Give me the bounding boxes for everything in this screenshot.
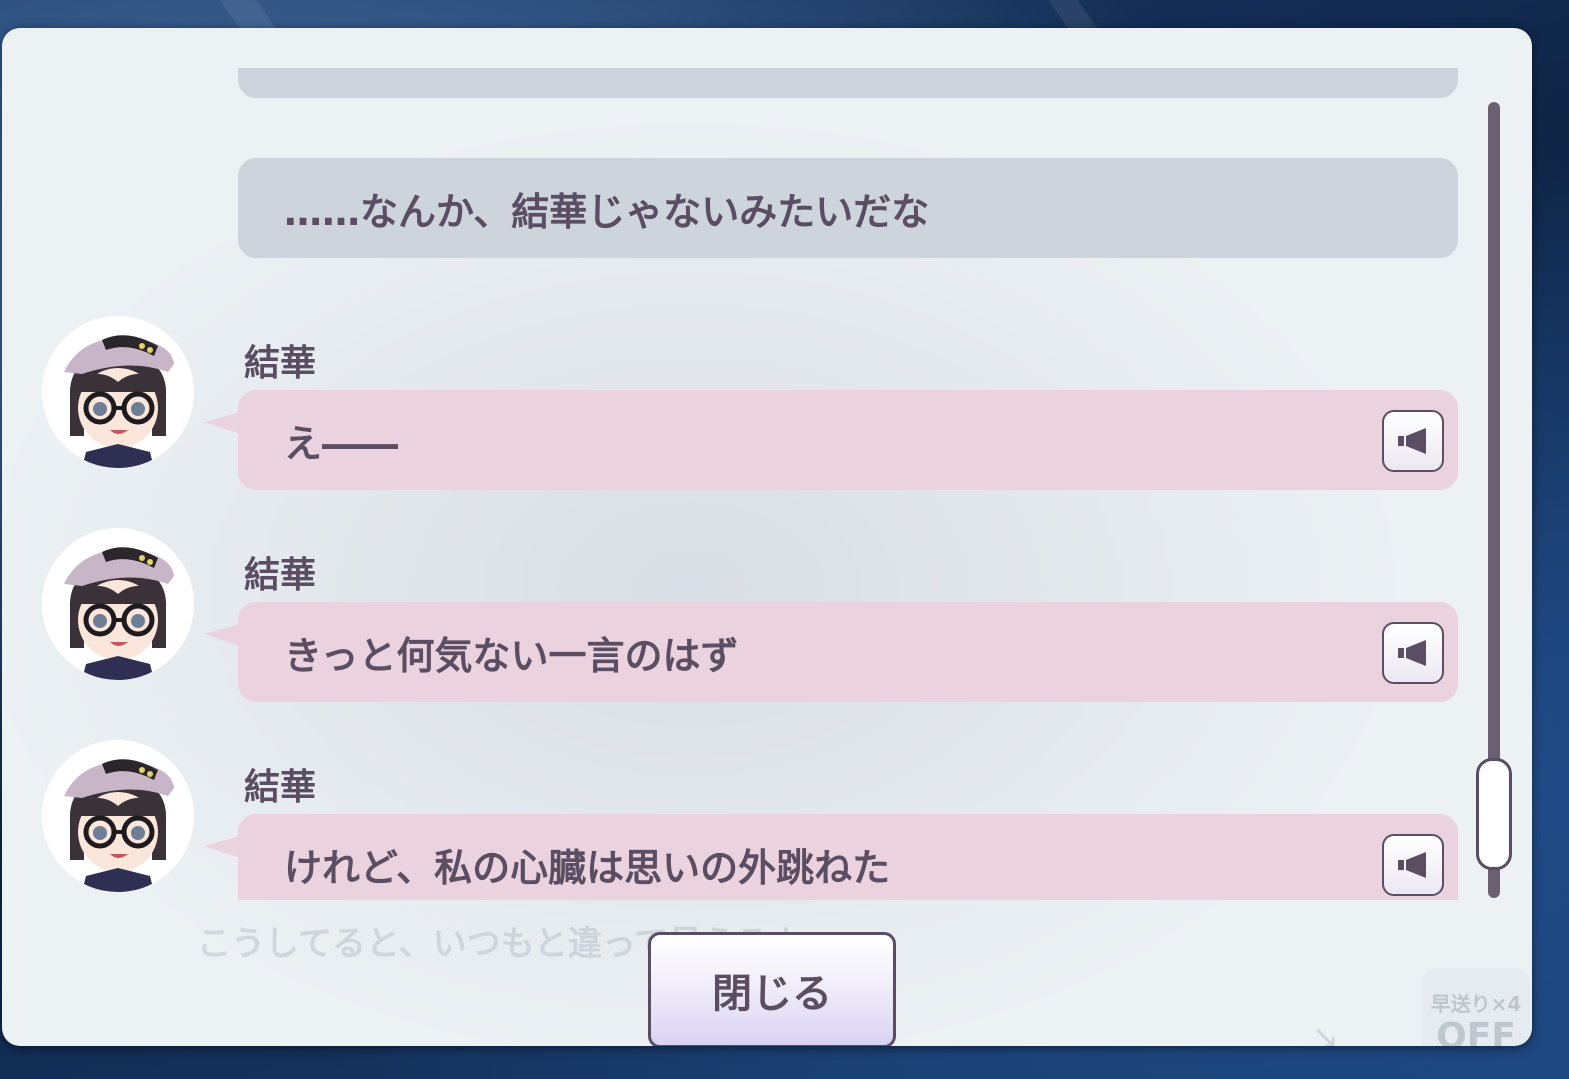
dialogue-bubble: え―― — [204, 390, 1458, 490]
narration-text: ……なんか、結華じゃないみたいだな — [284, 189, 930, 234]
speaker-icon — [1398, 640, 1426, 666]
speaker-name: 結華 — [244, 555, 317, 596]
dialogue-bubble: けれど、私の心臓は思いの外跳ねた — [204, 814, 1458, 900]
fast-forward-button: 早送り×4 OFF — [1422, 968, 1530, 1046]
chibi-avatar-icon — [42, 740, 194, 892]
chibi-avatar-icon — [42, 316, 194, 468]
chibi-avatar-icon — [42, 528, 194, 680]
voice-replay-button[interactable] — [1382, 410, 1444, 472]
dialogue-bubble: きっと何気ない一言のはず — [204, 602, 1458, 702]
fast-forward-state: OFF — [1436, 1016, 1516, 1047]
dialogue-text: けれど、私の心臓は思いの外跳ねた — [284, 845, 891, 890]
bubble-tail — [204, 624, 240, 646]
log-scroll-area[interactable]: ……なんか、結華じゃないみたいだな 結華 え―― 結華 きっと何気ない一言のはず… — [2, 68, 1482, 900]
character-avatar — [42, 316, 194, 468]
next-arrow-icon: ↘ — [1312, 1018, 1339, 1046]
narration-bubble — [238, 68, 1458, 98]
character-avatar — [42, 740, 194, 892]
speaker-icon — [1398, 852, 1426, 878]
speaker-name: 結華 — [244, 343, 317, 384]
log-modal: こうしてると、いつもと違って見えるよ ↘ 早送り×4 OFF ……なんか、結華じ… — [2, 28, 1532, 1046]
dialogue-text: きっと何気ない一言のはず — [284, 633, 739, 678]
speaker-icon — [1398, 428, 1426, 454]
bubble-tail — [204, 412, 240, 434]
close-button[interactable]: 閉じる — [648, 932, 896, 1046]
dialogue-text: え―― — [284, 421, 399, 466]
narration-bubble: ……なんか、結華じゃないみたいだな — [238, 158, 1458, 258]
close-button-label: 閉じる — [712, 971, 832, 1017]
fast-forward-label: 早送り×4 — [1430, 992, 1522, 1016]
character-avatar — [42, 528, 194, 680]
voice-replay-button[interactable] — [1382, 834, 1444, 896]
speaker-name: 結華 — [244, 767, 317, 808]
voice-replay-button[interactable] — [1382, 622, 1444, 684]
bubble-tail — [204, 836, 240, 858]
scrollbar-thumb[interactable] — [1476, 758, 1512, 870]
